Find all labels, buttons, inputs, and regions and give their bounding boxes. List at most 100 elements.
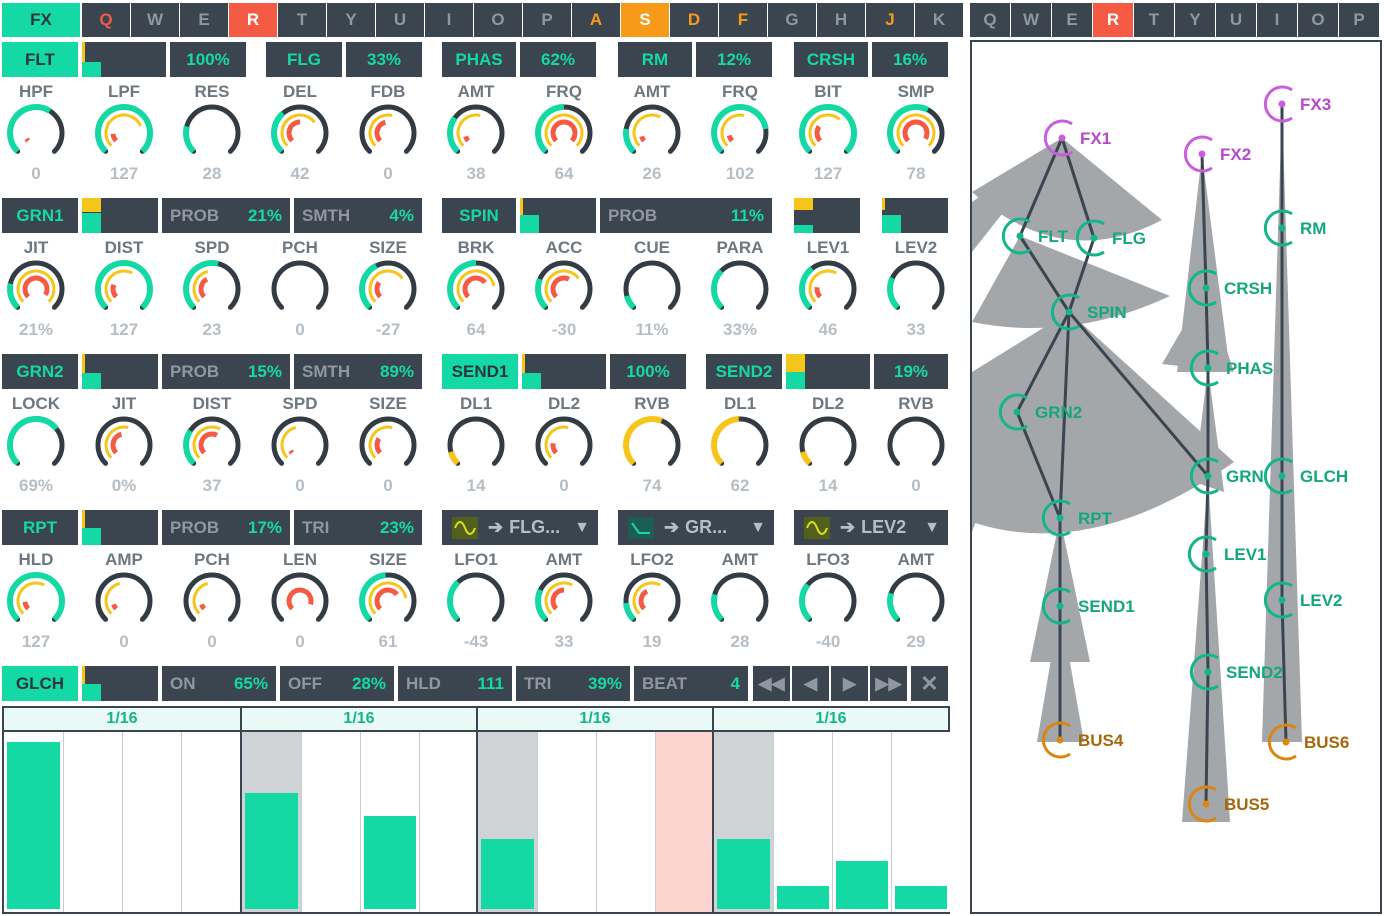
node-label-bus6[interactable]: BUS6	[1304, 733, 1349, 752]
key-j[interactable]: J	[866, 3, 914, 37]
module-grn2-button[interactable]: GRN2	[2, 354, 78, 389]
node-label-flg[interactable]: FLG	[1112, 229, 1146, 248]
module-spin-button[interactable]: SPIN	[442, 198, 516, 233]
node-label-phas[interactable]: PHAS	[1226, 359, 1273, 378]
key-d[interactable]: D	[670, 3, 718, 37]
graph-key-q[interactable]: Q	[970, 3, 1010, 37]
step-back-button[interactable]: ◀	[792, 666, 829, 701]
knob-lfo2[interactable]: LFO2 19	[608, 550, 696, 652]
knob-amt[interactable]: AMT 26	[608, 82, 696, 184]
knob-amt[interactable]: AMT 33	[520, 550, 608, 652]
sequencer-step[interactable]	[773, 732, 832, 912]
knob-len[interactable]: LEN 0	[256, 550, 344, 652]
node-label-fx1[interactable]: FX1	[1080, 129, 1111, 148]
beat-division-label[interactable]: 1/16	[4, 708, 240, 732]
sequencer-step[interactable]	[832, 732, 891, 912]
graph-key-o[interactable]: O	[1298, 3, 1338, 37]
knob-hpf[interactable]: HPF 0	[0, 82, 80, 184]
knob-lfo1[interactable]: LFO1 -43	[432, 550, 520, 652]
node-label-lev2[interactable]: LEV2	[1300, 591, 1343, 610]
graph-key-e[interactable]: E	[1052, 3, 1092, 37]
node-label-crsh[interactable]: CRSH	[1224, 279, 1272, 298]
graph-key-i[interactable]: I	[1257, 3, 1297, 37]
key-h[interactable]: H	[817, 3, 865, 37]
module-flt-button[interactable]: FLT	[2, 42, 78, 77]
sequencer-step[interactable]	[891, 732, 950, 912]
module-send1-button[interactable]: SEND1	[442, 354, 518, 389]
key-w[interactable]: W	[131, 3, 179, 37]
module-rpt-button[interactable]: RPT	[2, 510, 78, 545]
knob-rvb[interactable]: RVB 0	[872, 394, 960, 496]
node-label-rm[interactable]: RM	[1300, 219, 1326, 238]
grn1-smth-control[interactable]: SMTH 4%	[294, 198, 422, 233]
module-flg-button[interactable]: FLG	[266, 42, 342, 77]
module-grn1-button[interactable]: GRN1	[2, 198, 78, 233]
skip-forward-button[interactable]: ▶▶	[870, 666, 907, 701]
rpt-tri-control[interactable]: TRI 23%	[294, 510, 422, 545]
module-crsh-button[interactable]: CRSH	[794, 42, 868, 77]
knob-amt[interactable]: AMT 28	[696, 550, 784, 652]
crsh-amt-value[interactable]: 16%	[872, 42, 948, 77]
rm-amt-value[interactable]: 12%	[696, 42, 772, 77]
graph-key-p[interactable]: P	[1339, 3, 1379, 37]
knob-size[interactable]: SIZE -27	[344, 238, 432, 340]
sequencer-step[interactable]	[478, 732, 537, 912]
knob-fdb[interactable]: FDB 0	[344, 82, 432, 184]
knob-pch[interactable]: PCH 0	[256, 238, 344, 340]
sequencer-step[interactable]	[596, 732, 655, 912]
key-t[interactable]: T	[278, 3, 326, 37]
key-o[interactable]: O	[474, 3, 522, 37]
flg-mix-value[interactable]: 100%	[170, 42, 246, 77]
node-label-send1[interactable]: SEND1	[1078, 597, 1135, 616]
knob-jit[interactable]: JIT 0%	[80, 394, 168, 496]
knob-frq[interactable]: FRQ 64	[520, 82, 608, 184]
sequencer-step[interactable]	[714, 732, 773, 912]
beat-division-label[interactable]: 1/16	[478, 708, 712, 732]
knob-pch[interactable]: PCH 0	[168, 550, 256, 652]
knob-amt[interactable]: AMT 29	[872, 550, 960, 652]
key-y[interactable]: Y	[327, 3, 375, 37]
knob-dist[interactable]: DIST 37	[168, 394, 256, 496]
sequencer-step[interactable]	[122, 732, 181, 912]
knob-brk[interactable]: BRK 64	[432, 238, 520, 340]
send2-amt-value[interactable]: 19%	[874, 354, 948, 389]
glch-tri-control[interactable]: TRI 39%	[516, 666, 630, 701]
knob-dl2[interactable]: DL2 14	[784, 394, 872, 496]
knob-dist[interactable]: DIST 127	[80, 238, 168, 340]
lfo3-route-select[interactable]: ➔ LEV2 ▼	[794, 510, 948, 545]
phas-amt-value[interactable]: 62%	[520, 42, 596, 77]
key-u[interactable]: U	[376, 3, 424, 37]
knob-dl1[interactable]: DL1 62	[696, 394, 784, 496]
knob-smp[interactable]: SMP 78	[872, 82, 960, 184]
key-s[interactable]: S	[621, 3, 669, 37]
sequencer-step[interactable]	[181, 732, 240, 912]
sequencer-step[interactable]	[63, 732, 122, 912]
beat-division-label[interactable]: 1/16	[242, 708, 476, 732]
key-a[interactable]: A	[572, 3, 620, 37]
beat-division-label[interactable]: 1/16	[714, 708, 948, 732]
lfo2-route-select[interactable]: ➔ GR... ▼	[618, 510, 774, 545]
sequencer-step[interactable]	[242, 732, 301, 912]
sequencer-step[interactable]	[537, 732, 596, 912]
graph-key-y[interactable]: Y	[1175, 3, 1215, 37]
knob-bit[interactable]: BIT 127	[784, 82, 872, 184]
key-g[interactable]: G	[768, 3, 816, 37]
graph-key-r[interactable]: R	[1093, 3, 1133, 37]
flg-amt-value[interactable]: 33%	[346, 42, 422, 77]
glch-on-control[interactable]: ON 65%	[162, 666, 276, 701]
graph-key-u[interactable]: U	[1216, 3, 1256, 37]
graph-key-t[interactable]: T	[1134, 3, 1174, 37]
spin-prob-control[interactable]: PROB 11%	[600, 198, 772, 233]
module-phas-button[interactable]: PHAS	[442, 42, 516, 77]
knob-frq[interactable]: FRQ 102	[696, 82, 784, 184]
knob-size[interactable]: SIZE 61	[344, 550, 432, 652]
tab-fx[interactable]: FX	[2, 3, 80, 37]
knob-spd[interactable]: SPD 0	[256, 394, 344, 496]
knob-del[interactable]: DEL 42	[256, 82, 344, 184]
node-label-flt[interactable]: FLT	[1038, 227, 1069, 246]
module-rm-button[interactable]: RM	[618, 42, 692, 77]
knob-spd[interactable]: SPD 23	[168, 238, 256, 340]
knob-jit[interactable]: JIT 21%	[0, 238, 80, 340]
glch-hld-control[interactable]: HLD 111	[398, 666, 512, 701]
node-label-spin[interactable]: SPIN	[1087, 303, 1127, 322]
